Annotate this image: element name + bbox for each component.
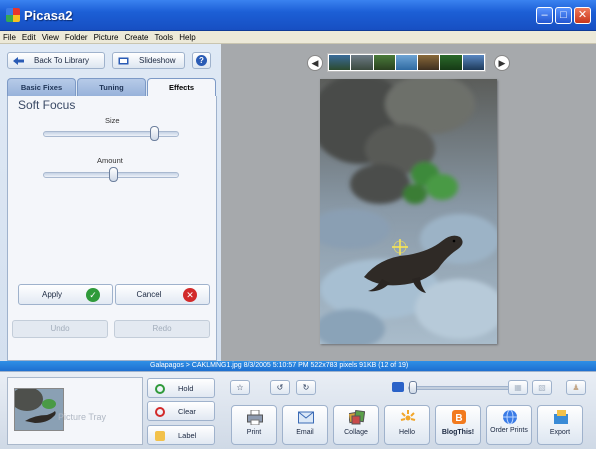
bottom-tray: Picture Tray Hold Clear Label ☆ ↺ ↻ ▦ ▧ … <box>0 371 596 449</box>
hold-button[interactable]: Hold <box>147 378 215 398</box>
menu-edit[interactable]: Edit <box>22 31 36 43</box>
filmstrip-thumb[interactable] <box>462 55 484 70</box>
people-icon: ♟ <box>572 383 580 392</box>
compare-mode-button[interactable]: ▧ <box>532 380 552 395</box>
previous-photo-button[interactable]: ◀ <box>307 55 323 71</box>
tray-thumbnail[interactable] <box>14 388 64 431</box>
menu-bar: File Edit View Folder Picture Create Too… <box>0 31 596 44</box>
label-button[interactable]: Label <box>147 425 215 445</box>
next-photo-button[interactable]: ▶ <box>494 55 510 71</box>
faces-button[interactable]: ♟ <box>566 380 586 395</box>
picture-tray[interactable]: Picture Tray <box>7 377 143 445</box>
zoom-slider-thumb[interactable] <box>409 381 417 394</box>
collage-button[interactable]: Collage <box>333 405 379 445</box>
menu-picture[interactable]: Picture <box>94 31 119 43</box>
clear-circle-icon <box>155 407 165 417</box>
filmstrip <box>327 53 486 72</box>
printer-icon <box>247 410 263 425</box>
amount-slider-thumb[interactable] <box>109 167 119 182</box>
menu-view[interactable]: View <box>42 31 59 43</box>
svg-text:B: B <box>455 413 462 424</box>
edit-panel: Back To Library Slideshow ? Basic Fixes … <box>0 44 221 361</box>
checkmark-icon: ✓ <box>86 288 100 302</box>
export-button[interactable]: Export <box>537 405 583 445</box>
filmstrip-thumb[interactable] <box>418 55 440 70</box>
redo-button[interactable]: Redo <box>114 320 210 338</box>
apply-button[interactable]: Apply ✓ <box>18 284 113 305</box>
grid-icon: ▦ <box>514 383 522 392</box>
size-label: Size <box>105 116 120 125</box>
filmstrip-thumb[interactable] <box>351 55 373 70</box>
size-slider-thumb[interactable] <box>150 126 160 141</box>
close-button[interactable]: ✕ <box>574 7 591 24</box>
clear-button[interactable]: Clear <box>147 401 215 421</box>
picture-tray-label: Picture Tray <box>58 412 107 422</box>
email-button[interactable]: Email <box>282 405 328 445</box>
menu-file[interactable]: File <box>3 31 16 43</box>
rotate-right-button[interactable]: ↻ <box>296 380 316 395</box>
order-prints-icon <box>503 410 517 425</box>
blogger-icon: B <box>452 410 466 424</box>
picasa-logo-icon <box>6 8 20 22</box>
blogthis-button[interactable]: B BlogThis! <box>435 405 481 445</box>
slideshow-icon <box>118 57 129 65</box>
hold-circle-icon <box>155 384 165 394</box>
minimize-button[interactable]: – <box>536 7 553 24</box>
effect-title: Soft Focus <box>18 98 76 112</box>
cancel-button[interactable]: Cancel ✕ <box>115 284 210 305</box>
undo-button[interactable]: Undo <box>12 320 108 338</box>
back-to-library-button[interactable]: Back To Library <box>7 52 105 69</box>
main-photo[interactable] <box>320 79 497 344</box>
amount-label: Amount <box>97 156 123 165</box>
rotate-left-icon: ↺ <box>276 383 284 392</box>
collage-icon <box>349 410 365 425</box>
hello-icon <box>400 410 416 421</box>
cancel-x-icon: ✕ <box>183 288 197 302</box>
maximize-button[interactable]: □ <box>555 7 572 24</box>
star-icon: ☆ <box>236 383 244 392</box>
photo-viewer: ◀ ▶ <box>221 44 596 361</box>
filmstrip-thumb[interactable] <box>373 55 395 70</box>
edit-tabs: Basic Fixes Tuning Effects <box>7 78 217 96</box>
tab-basic-fixes[interactable]: Basic Fixes <box>7 78 76 96</box>
window-title: Picasa2 <box>24 8 73 23</box>
filmstrip-thumb[interactable] <box>395 55 418 70</box>
status-bar: Galapagos > CAKLMNG1.jpg 8/3/2005 5:10:5… <box>0 361 596 371</box>
sea-lion-photo <box>320 79 497 344</box>
menu-help[interactable]: Help <box>179 31 195 43</box>
help-button[interactable]: ? <box>192 52 211 69</box>
title-bar: Picasa2 – □ ✕ <box>0 0 596 31</box>
photo-info: Galapagos > CAKLMNG1.jpg 8/3/2005 5:10:5… <box>150 362 409 369</box>
compare-icon: ▧ <box>538 383 546 392</box>
help-icon: ? <box>196 55 207 66</box>
view-mode-button[interactable]: ▦ <box>508 380 528 395</box>
email-icon <box>298 411 314 424</box>
menu-folder[interactable]: Folder <box>65 31 88 43</box>
print-button[interactable]: Print <box>231 405 277 445</box>
back-arrow-icon <box>13 57 24 65</box>
effects-panel: Soft Focus Size Amount Apply ✓ Cancel ✕ … <box>7 96 217 361</box>
hello-button[interactable]: Hello <box>384 405 430 445</box>
menu-tools[interactable]: Tools <box>155 31 174 43</box>
rotate-right-icon: ↻ <box>302 383 310 392</box>
menu-create[interactable]: Create <box>124 31 148 43</box>
export-icon <box>554 410 568 424</box>
tag-icon <box>155 431 165 441</box>
tab-tuning[interactable]: Tuning <box>77 78 146 96</box>
tab-effects[interactable]: Effects <box>147 78 216 96</box>
order-prints-button[interactable]: Order Prints <box>486 405 532 445</box>
slideshow-button[interactable]: Slideshow <box>112 52 185 69</box>
filmstrip-thumb[interactable] <box>440 55 462 70</box>
star-button[interactable]: ☆ <box>230 380 250 395</box>
rotate-left-button[interactable]: ↺ <box>270 380 290 395</box>
filmstrip-thumb[interactable] <box>329 55 351 70</box>
zoom-icon <box>392 382 404 392</box>
